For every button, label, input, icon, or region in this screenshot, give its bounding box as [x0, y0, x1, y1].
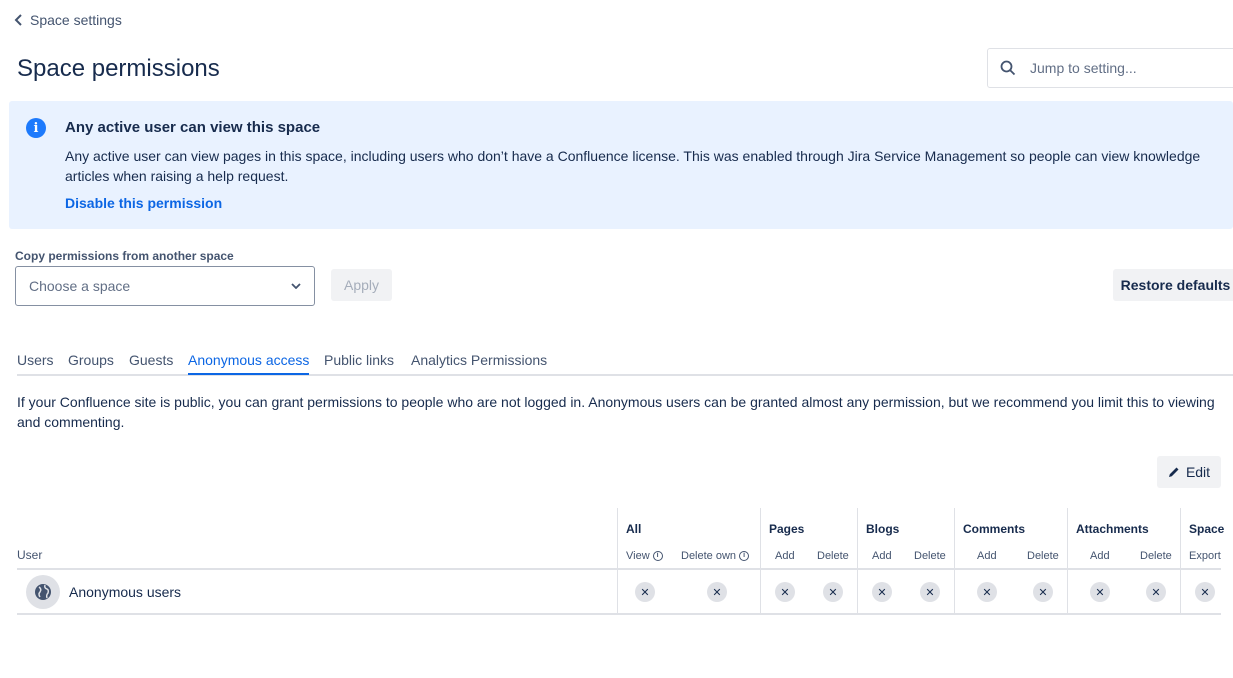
copy-permissions-label: Copy permissions from another space — [15, 249, 234, 263]
search-icon — [988, 49, 1028, 87]
group-header-all: All — [626, 522, 642, 536]
info-icon: i — [26, 118, 46, 138]
not-permitted-icon: ✕ — [707, 582, 727, 602]
chevron-left-icon — [14, 14, 22, 26]
tab-analytics-permissions[interactable]: Analytics Permissions — [411, 352, 547, 373]
jump-to-setting-search[interactable] — [987, 48, 1233, 88]
sub-header-pages-delete: Delete — [817, 550, 849, 562]
back-to-space-settings-link[interactable]: Space settings — [14, 12, 122, 28]
search-input[interactable] — [1028, 59, 1228, 77]
apply-button[interactable]: Apply — [331, 269, 392, 301]
info-banner: i Any active user can view this space An… — [9, 101, 1233, 229]
sub-header-attachments-add: Add — [1090, 550, 1110, 562]
anonymous-users-label: Anonymous users — [69, 584, 182, 600]
sub-header-label: View — [626, 550, 650, 562]
sub-header-blogs-delete: Delete — [914, 550, 946, 562]
sub-header-delete-own: Delete own i — [681, 550, 750, 562]
restore-defaults-button[interactable]: Restore defaults — [1113, 269, 1233, 301]
sub-header-comments-add: Add — [977, 550, 997, 562]
sub-header-comments-delete: Delete — [1027, 550, 1059, 562]
edit-button-label: Edit — [1185, 464, 1211, 480]
sub-header-label: Delete own — [681, 550, 737, 562]
disable-permission-link[interactable]: Disable this permission — [65, 195, 222, 211]
permission-tabs: Users Groups Guests Anonymous access Pub… — [17, 350, 1233, 376]
column-divider — [760, 508, 761, 615]
not-permitted-icon: ✕ — [775, 582, 795, 602]
not-permitted-icon: ✕ — [977, 582, 997, 602]
user-column-header: User — [17, 548, 43, 562]
tab-groups[interactable]: Groups — [68, 352, 114, 373]
banner-body: Any active user can view pages in this s… — [65, 148, 1201, 184]
choose-space-value: Choose a space — [29, 278, 131, 294]
back-link-label: Space settings — [30, 12, 122, 28]
tab-public-links[interactable]: Public links — [324, 352, 394, 373]
group-header-attachments: Attachments — [1076, 522, 1149, 536]
not-permitted-icon: ✕ — [920, 582, 940, 602]
group-header-comments: Comments — [963, 522, 1026, 536]
not-permitted-icon: ✕ — [1195, 582, 1215, 602]
anonymous-access-description: If your Confluence site is public, you c… — [17, 394, 1215, 430]
header-divider — [17, 568, 1221, 570]
not-permitted-icon: ✕ — [1090, 582, 1110, 602]
chevron-down-icon — [291, 283, 301, 289]
sub-header-space-export: Export — [1189, 550, 1221, 562]
column-divider — [857, 508, 858, 615]
row-divider — [17, 613, 1221, 615]
tab-anonymous-access[interactable]: Anonymous access — [188, 352, 310, 375]
tab-guests[interactable]: Guests — [129, 352, 173, 373]
tab-users[interactable]: Users — [17, 352, 54, 373]
group-header-blogs: Blogs — [866, 522, 900, 536]
info-icon[interactable]: i — [652, 551, 663, 561]
globe-icon — [26, 575, 60, 609]
sub-header-pages-add: Add — [775, 550, 795, 562]
page-title: Space permissions — [17, 55, 220, 82]
column-divider — [1067, 508, 1068, 615]
group-header-pages: Pages — [769, 522, 805, 536]
not-permitted-icon: ✕ — [1033, 582, 1053, 602]
column-divider — [617, 508, 618, 615]
column-divider — [954, 508, 955, 615]
edit-button[interactable]: Edit — [1157, 456, 1221, 488]
sub-header-view: View i — [626, 550, 663, 562]
info-icon[interactable]: i — [739, 551, 750, 561]
not-permitted-icon: ✕ — [872, 582, 892, 602]
not-permitted-icon: ✕ — [823, 582, 843, 602]
group-header-space: Space — [1189, 522, 1225, 536]
sub-header-blogs-add: Add — [872, 550, 892, 562]
not-permitted-icon: ✕ — [635, 582, 655, 602]
column-divider — [1180, 508, 1181, 615]
banner-title: Any active user can view this space — [65, 119, 321, 136]
sub-header-attachments-delete: Delete — [1140, 550, 1172, 562]
pencil-icon — [1168, 467, 1179, 477]
choose-space-select[interactable]: Choose a space — [15, 266, 315, 306]
not-permitted-icon: ✕ — [1146, 582, 1166, 602]
